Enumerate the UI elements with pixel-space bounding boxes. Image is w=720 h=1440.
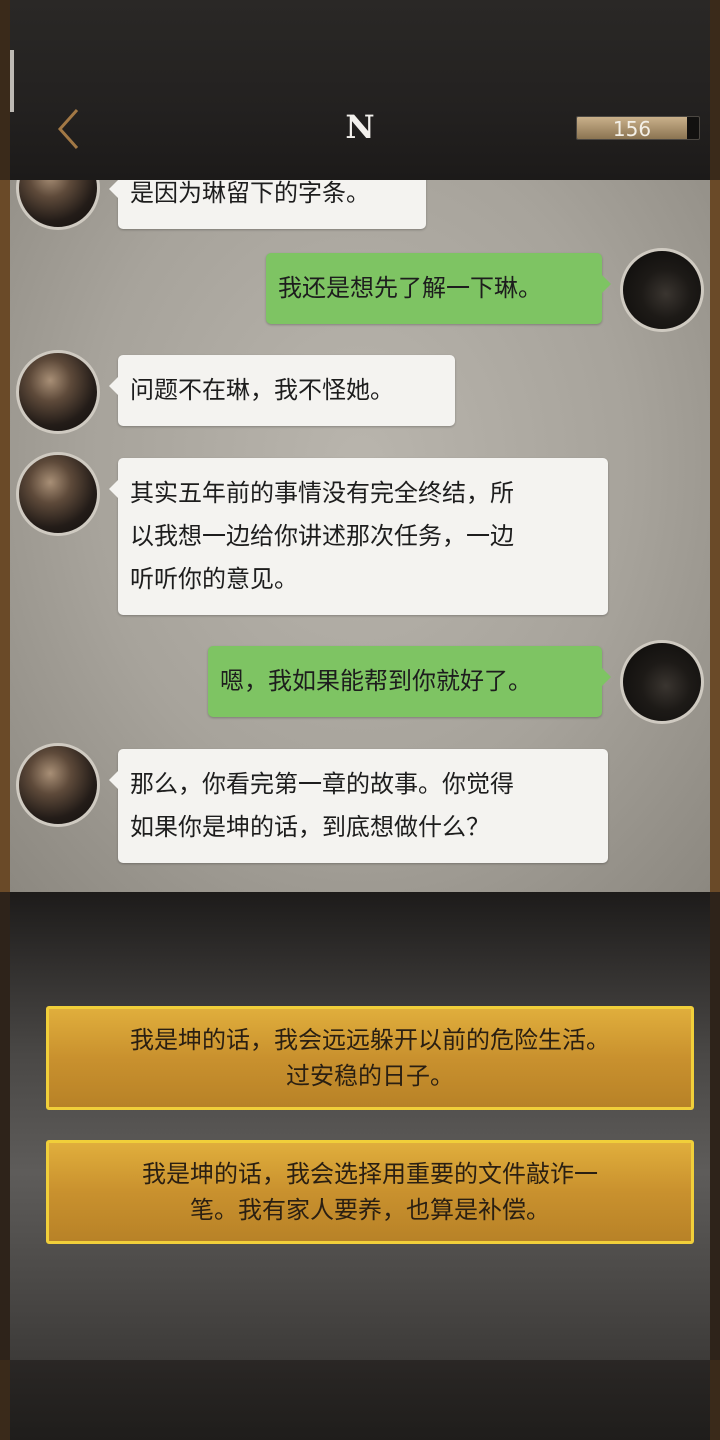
avatar[interactable] bbox=[620, 640, 704, 724]
message-bubble: 其实五年前的事情没有完全终结，所 以我想一边给你讲述那次任务，一边 听听你的意见… bbox=[109, 458, 608, 615]
message-line: 其实五年前的事情没有完全终结，所 bbox=[130, 479, 514, 507]
message-bubble: 是因为琳留下的字条。 bbox=[109, 180, 426, 229]
choice-option-2[interactable]: 我是坤的话，我会选择用重要的文件敲诈一 笔。我有家人要养，也算是补偿。 bbox=[46, 1140, 694, 1244]
choice-option-1[interactable]: 我是坤的话，我会远远躲开以前的危险生活。 过安稳的日子。 bbox=[46, 1006, 694, 1110]
edge-marker bbox=[10, 50, 14, 112]
chat-area[interactable]: 是因为琳留下的字条。 我还是想先了解一下琳。 问题不在琳，我不怪她。 其实五年前… bbox=[0, 180, 720, 892]
choice-panel: 我是坤的话，我会远远躲开以前的危险生活。 过安稳的日子。 我是坤的话，我会选择用… bbox=[0, 892, 720, 1360]
choice-line: 笔。我有家人要养，也算是补偿。 bbox=[190, 1196, 550, 1224]
message-line: 嗯，我如果能帮到你就好了。 bbox=[220, 667, 532, 695]
choice-line: 我是坤的话，我会远远躲开以前的危险生活。 bbox=[130, 1026, 610, 1054]
message-line: 是因为琳留下的字条。 bbox=[130, 180, 370, 207]
choice-line: 过安稳的日子。 bbox=[286, 1062, 454, 1090]
message-line: 如果你是坤的话，到底想做什么？ bbox=[130, 813, 490, 841]
avatar[interactable] bbox=[620, 248, 704, 332]
message-bubble: 问题不在琳，我不怪她。 bbox=[109, 355, 455, 426]
message-line: 那么，你看完第一章的故事。你觉得 bbox=[130, 770, 514, 798]
avatar[interactable] bbox=[16, 452, 100, 536]
top-bar: N 156 bbox=[0, 0, 720, 180]
message-bubble: 我还是想先了解一下琳。 bbox=[266, 253, 611, 324]
coin-count: 156 bbox=[612, 117, 652, 140]
avatar[interactable] bbox=[16, 350, 100, 434]
coin-counter: 156 bbox=[576, 116, 700, 140]
avatar[interactable] bbox=[16, 743, 100, 827]
bottom-bar bbox=[0, 1360, 720, 1440]
choice-line: 我是坤的话，我会选择用重要的文件敲诈一 bbox=[142, 1160, 598, 1188]
message-line: 我还是想先了解一下琳。 bbox=[278, 274, 542, 302]
message-line: 听听你的意见。 bbox=[130, 565, 298, 593]
avatar[interactable] bbox=[16, 180, 100, 230]
message-bubble: 那么，你看完第一章的故事。你觉得 如果你是坤的话，到底想做什么？ bbox=[109, 749, 608, 863]
message-line: 问题不在琳，我不怪她。 bbox=[130, 376, 394, 404]
message-bubble: 嗯，我如果能帮到你就好了。 bbox=[208, 646, 611, 717]
message-line: 以我想一边给你讲述那次任务，一边 bbox=[130, 522, 514, 550]
